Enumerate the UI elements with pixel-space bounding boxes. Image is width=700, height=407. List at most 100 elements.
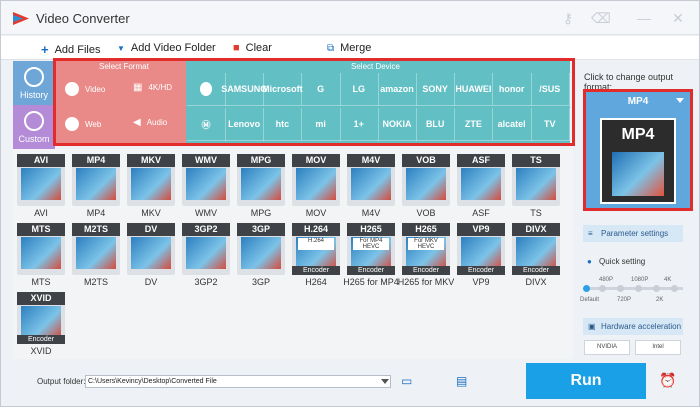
format-badge: M2TS bbox=[72, 223, 120, 236]
format-label: 3GP2 bbox=[194, 277, 218, 287]
intel-toggle[interactable]: Intel bbox=[635, 340, 681, 355]
format-badge: MKV bbox=[127, 154, 175, 167]
hardware-acceleration-button[interactable]: ▣ Hardware acceleration bbox=[583, 318, 683, 335]
format-thumbnail bbox=[461, 237, 501, 269]
format-label: VOB bbox=[416, 208, 436, 218]
format-card[interactable]: MOV bbox=[292, 154, 340, 206]
format-thumbnail bbox=[461, 168, 501, 200]
format-card[interactable]: DIVX Encoder bbox=[512, 223, 560, 275]
format-card[interactable]: ASF bbox=[457, 154, 505, 206]
film-image bbox=[612, 152, 664, 196]
encoder-tag: Encoder bbox=[347, 266, 395, 275]
format-label: VP9 bbox=[472, 277, 490, 287]
clear-button[interactable]: ■ Clear bbox=[233, 42, 272, 54]
nvidia-toggle[interactable]: NVIDIA bbox=[584, 340, 630, 355]
format-thumbnail bbox=[76, 237, 116, 269]
format-label: M4V bbox=[361, 208, 381, 218]
format-card[interactable]: M2TS bbox=[72, 223, 120, 275]
slider-stop bbox=[617, 285, 624, 292]
encoder-tag: Encoder bbox=[512, 266, 560, 275]
format-card[interactable]: XVID Encoder bbox=[17, 292, 65, 344]
output-folder-dropdown-icon[interactable] bbox=[381, 379, 389, 384]
tick-2k: 2K bbox=[656, 297, 664, 303]
format-card[interactable]: 3GP2 bbox=[182, 223, 230, 275]
format-label: MP4 bbox=[86, 208, 106, 218]
slider-stop bbox=[671, 285, 678, 292]
delete-icon[interactable]: ⌫ bbox=[591, 9, 611, 27]
hardware-acceleration-label: Hardware acceleration bbox=[601, 322, 682, 331]
format-card[interactable]: MKV bbox=[127, 154, 175, 206]
format-card[interactable]: M4V bbox=[347, 154, 395, 206]
output-format-selector[interactable]: MP4 MP4 bbox=[583, 89, 693, 211]
format-card[interactable]: H.264 H.264 Encoder bbox=[292, 223, 340, 275]
format-label: AVI bbox=[34, 208, 48, 218]
history-label: History bbox=[19, 90, 48, 100]
format-thumbnail bbox=[76, 168, 116, 200]
format-card[interactable]: DV bbox=[127, 223, 175, 275]
format-badge: H.264 bbox=[292, 223, 340, 236]
alarm-clock-icon[interactable]: ⏰ bbox=[659, 372, 676, 389]
format-card[interactable]: VOB bbox=[402, 154, 450, 206]
close-button[interactable]: ✕ bbox=[669, 9, 687, 27]
format-subtitle: H.264 bbox=[298, 238, 334, 250]
format-card[interactable]: WMV bbox=[182, 154, 230, 206]
output-format-name: MP4 bbox=[627, 96, 649, 107]
format-card[interactable]: MPG bbox=[237, 154, 285, 206]
mp4-icon-text: MP4 bbox=[621, 126, 655, 143]
parameter-settings-button[interactable]: ≡ Parameter settings bbox=[583, 225, 683, 242]
format-badge: 3GP bbox=[237, 223, 285, 236]
slider-handle[interactable] bbox=[583, 285, 590, 292]
format-card[interactable]: H265 For MP4 HEVC Encoder bbox=[347, 223, 395, 275]
custom-tab[interactable]: Custom bbox=[13, 105, 55, 149]
app-window: Video Converter ⚷ ⌫ — ✕ + Add Files ▼ Ad… bbox=[0, 0, 700, 407]
format-card[interactable]: TS bbox=[512, 154, 560, 206]
format-label: H265 for MP4 bbox=[343, 277, 399, 287]
title-bar: Video Converter ⚷ ⌫ — ✕ bbox=[1, 1, 699, 35]
format-card[interactable]: AVI bbox=[17, 154, 65, 206]
format-subtitle: For MKV HEVC bbox=[408, 238, 444, 250]
format-badge: 3GP2 bbox=[182, 223, 230, 236]
format-card[interactable]: VP9 Encoder bbox=[457, 223, 505, 275]
sliders-icon: ≡ bbox=[588, 229, 593, 238]
run-label: Run bbox=[570, 372, 602, 389]
chip-icon: ▣ bbox=[588, 322, 596, 331]
trash-icon: ■ bbox=[233, 42, 240, 54]
format-card[interactable]: MP4 bbox=[72, 154, 120, 206]
parameter-settings-label: Parameter settings bbox=[601, 229, 669, 238]
format-card[interactable]: MTS bbox=[17, 223, 65, 275]
merge-button[interactable]: ⧉ Merge bbox=[327, 42, 371, 54]
open-folder-icon[interactable]: ▤ bbox=[456, 374, 467, 388]
minimize-button[interactable]: — bbox=[635, 9, 653, 27]
format-thumbnail bbox=[186, 168, 226, 200]
format-card[interactable]: H265 For MKV HEVC Encoder bbox=[402, 223, 450, 275]
tick-default: Default bbox=[580, 297, 600, 303]
format-badge: WMV bbox=[182, 154, 230, 167]
add-files-button[interactable]: + Add Files bbox=[41, 42, 100, 57]
format-badge: MTS bbox=[17, 223, 65, 236]
format-badge: H265 bbox=[347, 223, 395, 236]
plus-icon: + bbox=[41, 42, 49, 57]
format-thumbnail bbox=[241, 237, 281, 269]
output-folder-input[interactable]: C:\Users\Kevincy\Desktop\Converted File bbox=[85, 375, 391, 388]
bullet-icon: ● bbox=[587, 257, 592, 266]
key-icon[interactable]: ⚷ bbox=[559, 9, 577, 27]
window-title: Video Converter bbox=[36, 11, 130, 26]
format-label: H264 bbox=[305, 277, 327, 287]
output-folder-label: Output folder: bbox=[37, 377, 86, 386]
format-badge: ASF bbox=[457, 154, 505, 167]
format-card[interactable]: 3GP bbox=[237, 223, 285, 275]
folder-icon[interactable]: ▭ bbox=[401, 374, 412, 388]
run-button[interactable]: Run bbox=[526, 363, 646, 399]
format-thumbnail bbox=[21, 237, 61, 269]
format-badge: VP9 bbox=[457, 223, 505, 236]
format-badge: DV bbox=[127, 223, 175, 236]
format-label: TS bbox=[530, 208, 542, 218]
slider-stop bbox=[653, 285, 660, 292]
encoder-tag: Encoder bbox=[402, 266, 450, 275]
format-thumbnail bbox=[241, 168, 281, 200]
format-thumbnail bbox=[516, 237, 556, 269]
history-tab[interactable]: History bbox=[13, 61, 55, 105]
format-thumbnail bbox=[131, 168, 171, 200]
add-video-folder-button[interactable]: ▼ Add Video Folder bbox=[117, 42, 216, 54]
format-thumbnail bbox=[516, 168, 556, 200]
